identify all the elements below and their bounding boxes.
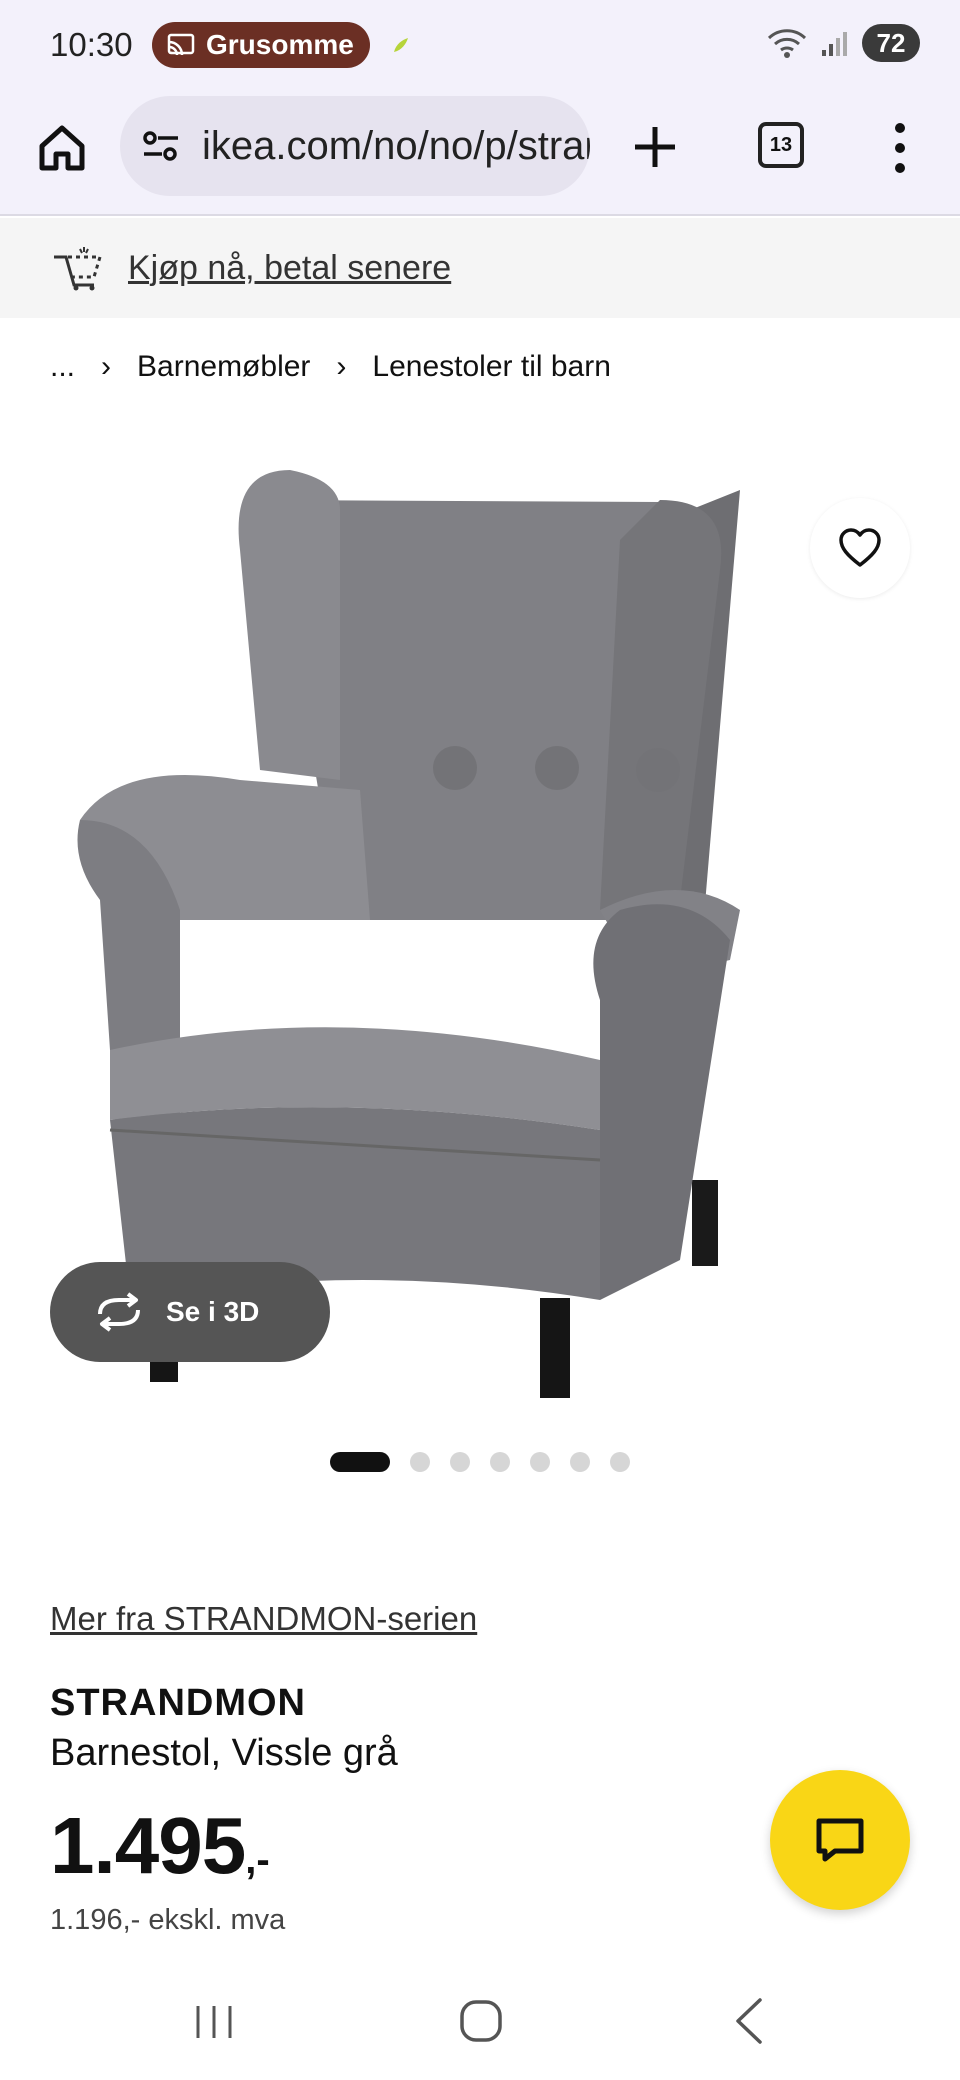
tab-switcher-button[interactable]: 13 <box>758 122 804 168</box>
price-suffix: ,- <box>245 1838 270 1882</box>
back-icon[interactable] <box>730 1996 770 2046</box>
rotate-3d-icon <box>98 1292 140 1332</box>
chat-button[interactable] <box>770 1770 910 1910</box>
heart-icon <box>839 528 881 567</box>
series-link[interactable]: Mer fra STRANDMON-serien <box>50 1600 477 1638</box>
site-settings-icon[interactable] <box>140 125 182 167</box>
buy-now-pay-later-link[interactable]: Kjøp nå, betal senere <box>128 249 451 288</box>
carousel-dot[interactable] <box>610 1452 630 1472</box>
see-in-3d-label: Se i 3D <box>166 1296 260 1327</box>
status-bar: 10:30 Grusomme 72 <box>0 0 960 92</box>
wifi-icon <box>767 29 807 58</box>
favorite-button[interactable] <box>810 498 910 598</box>
leaf-icon <box>394 38 408 52</box>
see-in-3d-button[interactable]: Se i 3D <box>50 1262 330 1362</box>
cast-indicator[interactable]: Grusomme <box>152 22 370 68</box>
product-price: 1.495,- <box>50 1800 270 1892</box>
url-bar[interactable]: ikea.com/no/no/p/strandmon-barnestol <box>120 96 590 196</box>
price-excl-vat: 1.196,- ekskl. mva <box>50 1904 286 1936</box>
cast-icon <box>167 33 195 56</box>
system-home-icon[interactable] <box>458 1998 504 2044</box>
breadcrumb-item-lenestoler[interactable]: Lenestoler til barn <box>372 350 610 384</box>
chevron-right-icon: › <box>336 350 347 383</box>
breadcrumb-item-barnemobler[interactable]: Barnemøbler <box>137 350 310 384</box>
recent-apps-icon[interactable] <box>192 2000 236 2044</box>
chevron-right-icon: › <box>101 350 112 383</box>
carousel-dot[interactable] <box>410 1452 430 1472</box>
status-icons: 72 <box>766 24 920 62</box>
carousel-dot[interactable] <box>450 1452 470 1472</box>
new-tab-icon[interactable] <box>630 122 680 172</box>
image-carousel-indicator <box>330 1452 630 1472</box>
carousel-dot[interactable] <box>530 1452 550 1472</box>
system-navigation-bar <box>0 1968 960 2080</box>
promo-banner: Kjøp nå, betal senere <box>0 218 960 318</box>
price-integer: 1.495 <box>50 1801 246 1890</box>
cast-label: Grusomme <box>206 29 354 60</box>
product-name: STRANDMON <box>50 1682 306 1724</box>
breadcrumb: ... › Barnemøbler › Lenestoler til barn <box>50 350 611 384</box>
shopping-cart-icon <box>54 247 103 291</box>
home-icon[interactable] <box>34 120 90 176</box>
more-menu-icon[interactable] <box>880 120 920 176</box>
tab-count: 13 <box>769 133 793 156</box>
battery-indicator: 72 <box>862 24 920 62</box>
browser-toolbar: ikea.com/no/no/p/strandmon-barnestol 13 <box>0 92 960 216</box>
carousel-dot[interactable] <box>570 1452 590 1472</box>
carousel-dot[interactable] <box>330 1452 390 1472</box>
breadcrumb-ellipsis[interactable]: ... <box>50 350 75 384</box>
carousel-dot[interactable] <box>490 1452 510 1472</box>
product-description: Barnestol, Vissle grå <box>50 1732 398 1774</box>
url-text: ikea.com/no/no/p/strandmon-barnestol <box>202 123 590 168</box>
status-time: 10:30 <box>50 26 133 63</box>
chat-icon <box>816 1818 864 1862</box>
signal-icon <box>822 32 847 56</box>
